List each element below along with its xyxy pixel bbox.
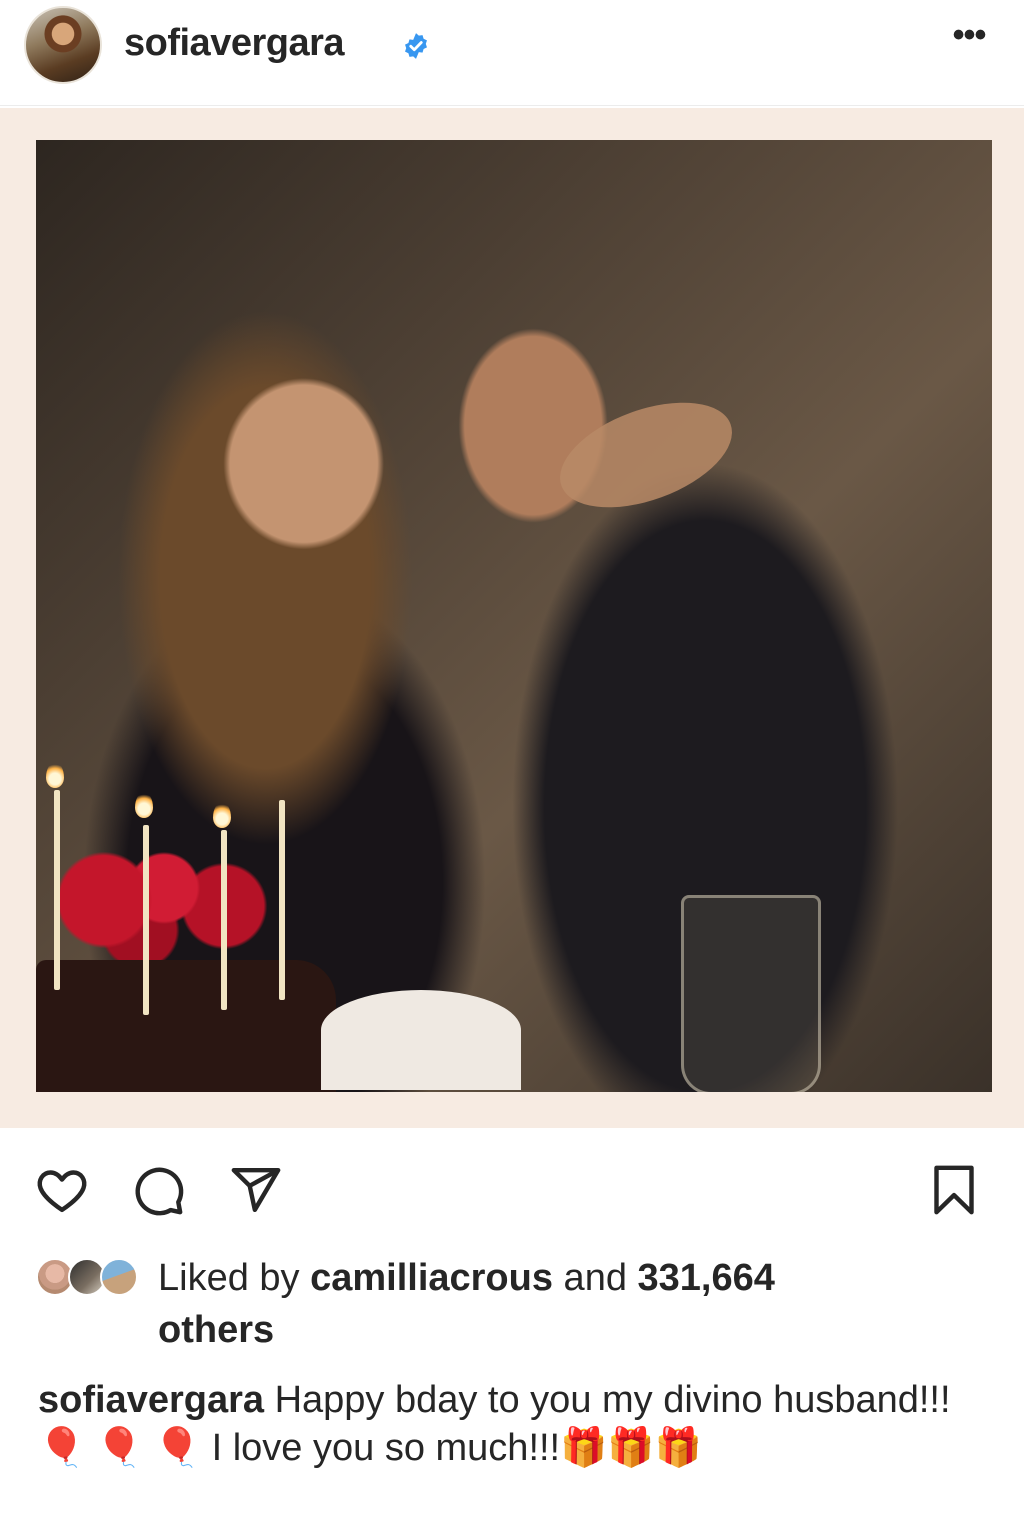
liker-avatar[interactable] <box>100 1258 138 1296</box>
photo-detail <box>36 960 336 1092</box>
photo-detail <box>143 825 149 1015</box>
photo-detail <box>135 792 153 818</box>
comment-icon[interactable] <box>130 1162 186 1218</box>
likes-prefix: Liked by <box>158 1257 311 1299</box>
likes-text: Liked by camilliacrous and 331,664 others <box>158 1252 938 1356</box>
photo-detail <box>546 381 746 529</box>
verified-badge-icon <box>405 33 427 59</box>
profile-avatar[interactable] <box>24 6 102 84</box>
photo-detail <box>54 790 60 990</box>
post-photo[interactable] <box>36 140 992 1092</box>
liker-username[interactable]: camilliacrous <box>310 1257 553 1299</box>
photo-detail <box>321 990 521 1090</box>
post-media-frame <box>0 108 1024 1128</box>
photo-detail <box>56 840 296 960</box>
bookmark-icon[interactable] <box>926 1162 982 1218</box>
photo-detail <box>279 800 285 1000</box>
likes-summary: Liked by camilliacrous and 331,664 others <box>36 1252 996 1362</box>
more-options-button[interactable]: ••• <box>944 18 994 64</box>
caption-username[interactable]: sofiavergara <box>38 1379 264 1421</box>
post-username[interactable]: sofiavergara <box>124 22 345 65</box>
photo-detail <box>221 830 227 1010</box>
photo-detail <box>46 762 64 788</box>
likes-count[interactable]: 331,664 <box>638 1257 775 1299</box>
action-bar <box>0 1150 1024 1230</box>
liker-avatars[interactable] <box>36 1258 146 1302</box>
likes-suffix[interactable]: others <box>158 1309 274 1351</box>
photo-detail <box>681 895 821 1092</box>
post-header: sofiavergara ••• <box>0 0 1024 106</box>
likes-middle: and <box>553 1257 638 1299</box>
post-caption: sofiavergara Happy bday to you my divino… <box>38 1376 988 1472</box>
send-icon[interactable] <box>228 1162 284 1218</box>
heart-icon[interactable] <box>34 1162 90 1218</box>
photo-detail <box>213 802 231 828</box>
